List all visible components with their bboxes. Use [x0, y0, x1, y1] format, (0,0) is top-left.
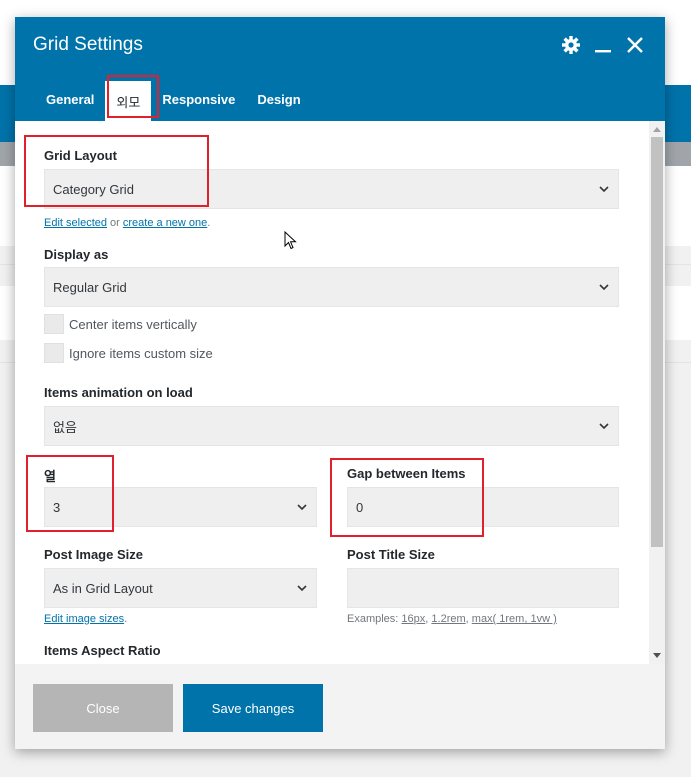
- chevron-down-icon: [599, 423, 609, 430]
- or-text: or: [110, 217, 120, 229]
- grid-layout-select[interactable]: Category Grid: [44, 169, 619, 209]
- edit-image-sizes-link[interactable]: Edit image sizes: [44, 613, 124, 625]
- close-button[interactable]: Close: [33, 684, 173, 732]
- ignore-size-label: Ignore items custom size: [69, 345, 213, 361]
- modal-footer: Close Save changes: [15, 664, 665, 749]
- post-image-size-value: As in Grid Layout: [53, 580, 153, 596]
- post-image-size-label: Post Image Size: [44, 547, 143, 562]
- chevron-down-icon: [599, 186, 609, 193]
- animation-select[interactable]: 없음: [44, 406, 619, 446]
- scrollbar-thumb[interactable]: [651, 137, 663, 547]
- chevron-down-icon: [297, 504, 307, 511]
- mouse-cursor-icon: [284, 231, 297, 250]
- examples-prefix: Examples:: [347, 613, 399, 625]
- ignore-size-checkbox[interactable]: [44, 343, 64, 363]
- post-image-size-select[interactable]: As in Grid Layout: [44, 568, 317, 608]
- gear-icon[interactable]: [561, 35, 581, 55]
- example-2: 1.2rem: [431, 613, 466, 625]
- post-title-size-input[interactable]: [347, 568, 619, 608]
- display-as-value: Regular Grid: [53, 279, 127, 295]
- center-items-row: Center items vertically: [44, 314, 197, 334]
- create-new-link[interactable]: create a new one: [123, 217, 207, 229]
- columns-value: 3: [53, 499, 61, 515]
- display-as-select[interactable]: Regular Grid: [44, 267, 619, 307]
- display-as-label: Display as: [44, 247, 109, 262]
- center-items-checkbox[interactable]: [44, 314, 64, 334]
- minimize-icon[interactable]: [593, 35, 613, 55]
- grid-settings-modal: Grid Settings General 외모 Responsive Desi…: [15, 17, 665, 749]
- settings-body: Grid Layout Category Grid Edit selected …: [15, 121, 665, 664]
- example-3: max( 1rem, 1vw ): [471, 613, 557, 625]
- post-image-size-help: Edit image sizes.: [44, 613, 127, 625]
- gap-label: Gap between Items: [347, 466, 466, 481]
- scroll-down-arrow[interactable]: [653, 653, 661, 658]
- modal-title: Grid Settings: [33, 34, 143, 55]
- animation-label: Items animation on load: [44, 385, 193, 400]
- grid-layout-links: Edit selected or create a new one.: [44, 217, 210, 229]
- grid-layout-value: Category Grid: [53, 181, 134, 197]
- columns-select[interactable]: 3: [44, 487, 317, 527]
- ignore-size-row: Ignore items custom size: [44, 343, 213, 363]
- chevron-down-icon: [297, 585, 307, 592]
- example-1: 16px: [401, 613, 426, 625]
- tab-appearance[interactable]: 외모: [105, 81, 152, 121]
- link-period: .: [124, 613, 128, 625]
- gap-value: 0: [356, 499, 364, 515]
- tab-general[interactable]: General: [35, 77, 105, 121]
- tab-design[interactable]: Design: [246, 77, 311, 121]
- tab-bar: General 외모 Responsive Design: [35, 77, 312, 121]
- chevron-down-icon: [599, 284, 609, 291]
- aspect-ratio-label: Items Aspect Ratio: [44, 643, 161, 658]
- post-title-size-label: Post Title Size: [347, 547, 435, 562]
- close-icon[interactable]: [625, 35, 645, 55]
- post-title-size-examples: Examples: 16px, 1.2rem, max( 1rem, 1vw ): [347, 613, 557, 625]
- save-changes-button[interactable]: Save changes: [183, 684, 323, 732]
- vertical-scrollbar[interactable]: [649, 121, 665, 664]
- link-period: .: [207, 217, 211, 229]
- gap-input[interactable]: 0: [347, 487, 619, 527]
- scroll-up-arrow[interactable]: [653, 127, 661, 132]
- animation-value: 없음: [53, 419, 77, 435]
- columns-label: 열: [44, 469, 56, 484]
- edit-selected-link[interactable]: Edit selected: [44, 217, 107, 229]
- grid-layout-label: Grid Layout: [44, 148, 117, 163]
- modal-header: Grid Settings General 외모 Responsive Desi…: [15, 17, 665, 121]
- center-items-label: Center items vertically: [69, 316, 197, 332]
- tab-responsive[interactable]: Responsive: [151, 77, 246, 121]
